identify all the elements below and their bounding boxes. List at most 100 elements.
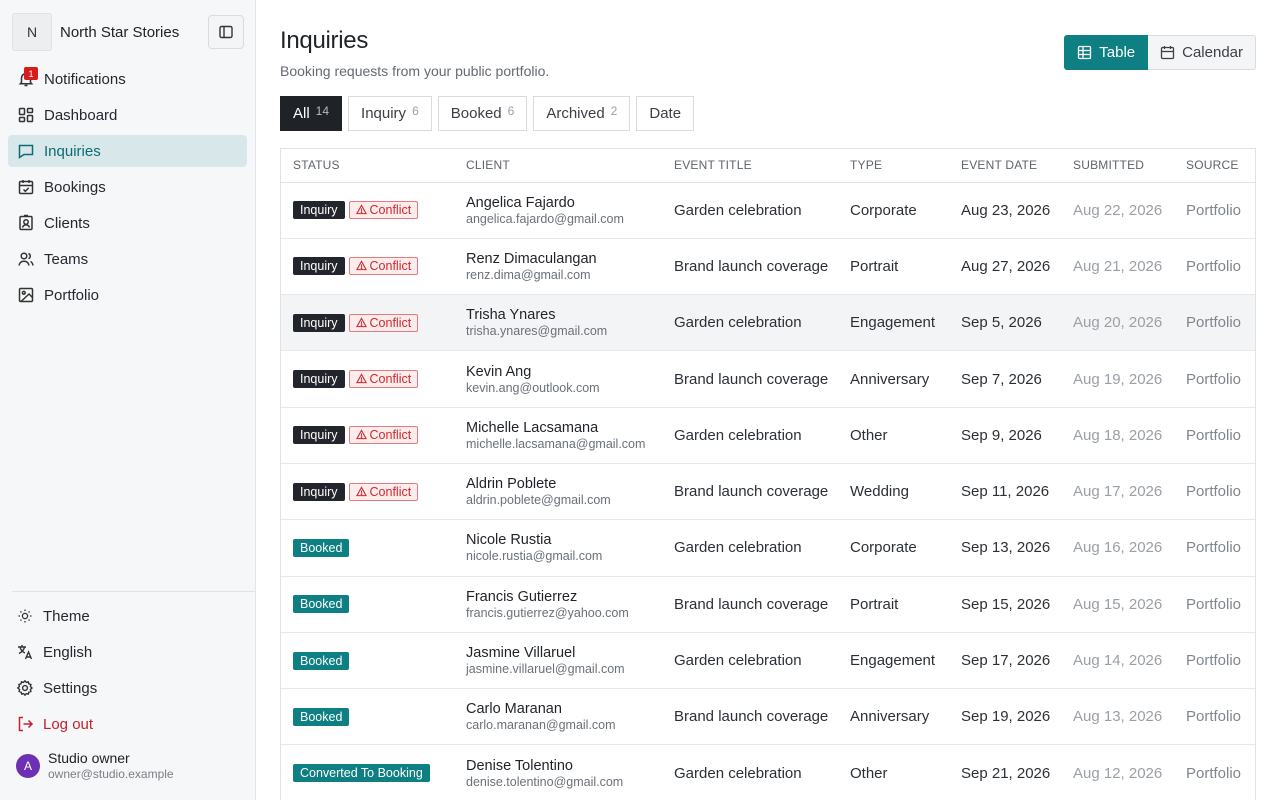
inquiries-table: STATUS CLIENT EVENT TITLE TYPE EVENT DAT… bbox=[280, 148, 1256, 800]
warning-icon bbox=[355, 372, 370, 386]
client-email: michelle.lacsamana@gmail.com bbox=[466, 436, 646, 451]
gear-icon bbox=[16, 679, 34, 697]
sidebar-item-notifications[interactable]: 1 Notifications bbox=[8, 63, 247, 95]
source-cell: Portfolio bbox=[1186, 708, 1242, 726]
event-date-cell: Aug 23, 2026 bbox=[961, 201, 1051, 219]
table-row[interactable]: Inquiry Conflict Angelica Fajardo angelica.… bbox=[281, 182, 1255, 239]
logout-button[interactable]: Log out bbox=[8, 708, 247, 740]
users-icon bbox=[17, 250, 35, 268]
event-title-cell: Garden celebration bbox=[674, 539, 802, 557]
client-cell: Angelica Fajardo angelica.fajardo@gmail.c… bbox=[454, 182, 662, 238]
dashboard-icon bbox=[17, 106, 35, 124]
sidebar-item-teams[interactable]: Teams bbox=[8, 243, 247, 275]
brand-logo[interactable]: N bbox=[12, 13, 52, 51]
client-email: francis.gutierrez@yahoo.com bbox=[466, 605, 629, 620]
table-row[interactable]: Inquiry Conflict Renz Dimaculangan renz.dim… bbox=[281, 238, 1255, 295]
status-badge: Inquiry bbox=[293, 370, 345, 389]
warning-icon bbox=[355, 485, 370, 499]
theme-label: Theme bbox=[43, 607, 90, 625]
type-cell: Wedding bbox=[850, 483, 909, 501]
table-row[interactable]: Inquiry Conflict Kevin Ang kevin.ang@outloo… bbox=[281, 350, 1255, 408]
type-cell: Other bbox=[850, 426, 888, 444]
conflict-badge: Conflict bbox=[348, 313, 419, 332]
client-email: jasmine.villaruel@gmail.com bbox=[466, 662, 625, 677]
event-date-cell: Sep 15, 2026 bbox=[961, 595, 1051, 613]
status-cell: Inquiry Conflict bbox=[281, 407, 454, 463]
status-badge: Converted To Booking bbox=[293, 764, 430, 783]
sidebar-item-dashboard[interactable]: Dashboard bbox=[8, 99, 247, 131]
type-cell: Anniversary bbox=[850, 370, 930, 388]
language-selector[interactable]: English bbox=[8, 636, 247, 668]
column-header-client[interactable]: CLIENT bbox=[454, 149, 662, 183]
source-cell: Portfolio bbox=[1186, 314, 1242, 332]
event-date-cell: Sep 19, 2026 bbox=[961, 708, 1051, 726]
user-profile[interactable]: A Studio owner owner@studio.example bbox=[16, 750, 174, 781]
status-cell: Booked bbox=[281, 576, 454, 632]
event-title-cell: Brand launch coverage bbox=[674, 483, 829, 501]
filter-label: Date bbox=[649, 105, 682, 122]
calendar-view-button[interactable]: Calendar bbox=[1148, 35, 1256, 70]
event-date-cell: Sep 9, 2026 bbox=[961, 426, 1042, 444]
column-header-type[interactable]: TYPE bbox=[838, 149, 949, 183]
status-badge: Inquiry bbox=[293, 313, 345, 332]
client-name: Trisha Ynares bbox=[466, 307, 556, 324]
filter-archived[interactable]: Archived 2 bbox=[533, 96, 631, 131]
settings-link[interactable]: Settings bbox=[8, 672, 247, 704]
sidebar-toggle-button[interactable] bbox=[208, 15, 244, 49]
table-row[interactable]: Booked Carlo Maranan carlo.maranan@gmail.c… bbox=[281, 688, 1255, 745]
filter-count: 6 bbox=[507, 103, 515, 118]
settings-label: Settings bbox=[43, 679, 98, 697]
submitted-cell: Aug 20, 2026 bbox=[1073, 314, 1163, 332]
table-row[interactable]: Booked Nicole Rustia nicole.rustia@gmail.c… bbox=[281, 519, 1255, 577]
client-email: carlo.maranan@gmail.com bbox=[466, 718, 616, 733]
client-email: denise.tolentino@gmail.com bbox=[466, 774, 624, 789]
language-icon bbox=[16, 643, 34, 661]
event-date-cell: Aug 27, 2026 bbox=[961, 257, 1051, 275]
column-header-source[interactable]: SOURCE bbox=[1174, 149, 1255, 183]
status-badge: Inquiry bbox=[293, 201, 345, 220]
language-label: English bbox=[43, 643, 93, 661]
calendar-icon bbox=[1160, 45, 1175, 60]
source-cell: Portfolio bbox=[1186, 426, 1242, 444]
sidebar-item-bookings[interactable]: Bookings bbox=[8, 171, 247, 203]
client-email: renz.dima@gmail.com bbox=[466, 267, 591, 282]
filter-inquiry[interactable]: Inquiry 6 bbox=[348, 96, 432, 131]
table-row[interactable]: Booked Francis Gutierrez francis.gutierrez… bbox=[281, 576, 1255, 633]
sidebar: N North Star Stories 1 Notifications Das… bbox=[0, 0, 256, 800]
client-name: Angelica Fajardo bbox=[466, 194, 575, 211]
table-row[interactable]: Inquiry Conflict Aldrin Poblete aldrin.pobl… bbox=[281, 463, 1255, 520]
column-header-event-date[interactable]: EVENT DATE bbox=[949, 149, 1061, 183]
sidebar-item-clients[interactable]: Clients bbox=[8, 207, 247, 239]
event-date-cell: Sep 17, 2026 bbox=[961, 652, 1051, 670]
sidebar-item-portfolio[interactable]: Portfolio bbox=[8, 279, 247, 311]
theme-toggle[interactable]: Theme bbox=[8, 600, 247, 632]
status-cell: Inquiry Conflict bbox=[281, 295, 454, 351]
type-cell: Other bbox=[850, 764, 888, 782]
sidebar-toggle-icon bbox=[219, 25, 233, 39]
filter-booked[interactable]: Booked 6 bbox=[437, 96, 528, 131]
filter-all[interactable]: All 14 bbox=[280, 96, 343, 131]
main-content: Inquiries Booking requests from your pub… bbox=[256, 0, 1280, 800]
user-name: Studio owner bbox=[48, 750, 130, 766]
table-header-row: STATUS CLIENT EVENT TITLE TYPE EVENT DAT… bbox=[281, 149, 1255, 183]
table-row[interactable]: Booked Jasmine Villaruel jasmine.villaruel… bbox=[281, 632, 1255, 689]
column-header-submitted[interactable]: SUBMITTED bbox=[1061, 149, 1174, 183]
filter-date[interactable]: Date bbox=[636, 96, 695, 131]
status-badge: Booked bbox=[293, 595, 350, 614]
client-name: Michelle Lacsamana bbox=[466, 419, 599, 436]
table-row[interactable]: Inquiry Conflict Trisha Ynares trisha.ynare… bbox=[281, 294, 1255, 351]
status-cell: Inquiry Conflict bbox=[281, 351, 454, 407]
table-view-button[interactable]: Table bbox=[1064, 35, 1149, 70]
notification-count-badge: 1 bbox=[24, 67, 38, 80]
table-row[interactable]: Converted To Booking Denise Tolentino deni… bbox=[281, 744, 1255, 800]
contact-icon bbox=[17, 214, 35, 232]
column-header-status[interactable]: STATUS bbox=[281, 149, 454, 183]
submitted-cell: Aug 17, 2026 bbox=[1073, 483, 1163, 501]
client-name: Kevin Ang bbox=[466, 363, 532, 380]
status-cell: Booked bbox=[281, 520, 454, 576]
column-header-event-title[interactable]: EVENT TITLE bbox=[662, 149, 838, 183]
sidebar-item-inquiries[interactable]: Inquiries bbox=[8, 135, 247, 167]
table-row[interactable]: Inquiry Conflict Michelle Lacsamana michell… bbox=[281, 407, 1255, 464]
user-info: Studio owner owner@studio.example bbox=[48, 750, 174, 781]
event-title-cell: Brand launch coverage bbox=[674, 370, 829, 388]
